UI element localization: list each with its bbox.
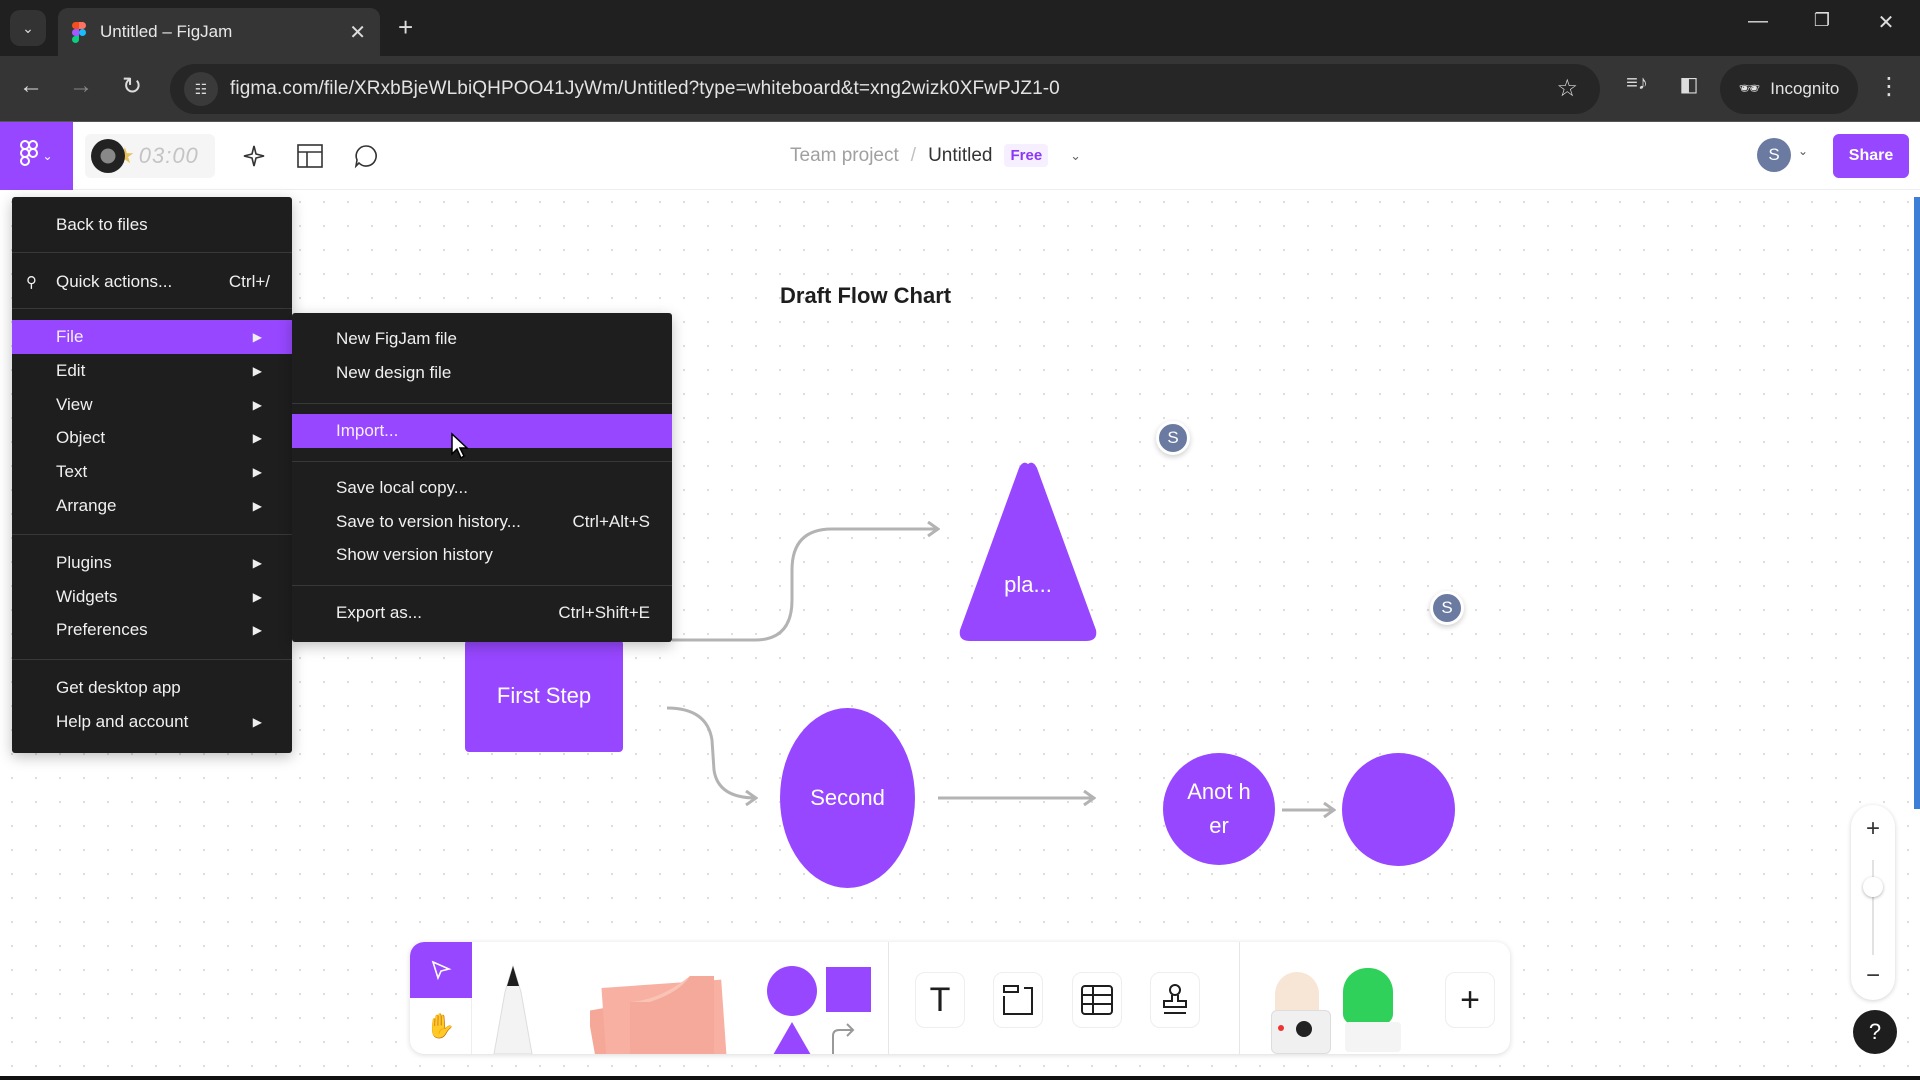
text-tool[interactable]: T — [915, 972, 965, 1028]
select-tool[interactable] — [410, 942, 472, 998]
marker-icon — [493, 964, 533, 1054]
stickers-widgets-tool[interactable] — [1265, 964, 1415, 1054]
menu-item-save-to-version-history[interactable]: Save to version history... Ctrl+Alt+S — [292, 505, 672, 539]
stamp-icon — [1163, 984, 1187, 1014]
zoom-in-button[interactable]: + — [1851, 815, 1895, 843]
section-icon — [1003, 985, 1033, 1015]
file-submenu: New FigJam file New design file Import..… — [292, 313, 672, 642]
menu-item-widgets[interactable]: Widgets ▶ — [12, 580, 292, 614]
chevron-right-icon: ▶ — [252, 364, 262, 378]
zoom-slider-track[interactable] — [1872, 860, 1874, 955]
collaborator-avatar[interactable]: S — [1156, 421, 1190, 455]
menu-divider — [292, 403, 672, 404]
chevron-right-icon: ▶ — [252, 431, 262, 445]
menu-item-new-design-file[interactable]: New design file — [292, 356, 672, 390]
sticky-note-tool[interactable] — [587, 962, 740, 1054]
connector-arrow-icon — [832, 1023, 855, 1054]
more-tools-button[interactable]: + — [1445, 972, 1495, 1028]
zoom-control: + − — [1851, 805, 1895, 1000]
menu-divider — [292, 585, 672, 586]
menu-divider — [12, 534, 292, 535]
zoom-slider-thumb[interactable] — [1863, 877, 1883, 897]
another-shape[interactable]: Anot her — [1163, 753, 1275, 865]
table-icon — [1081, 985, 1113, 1015]
table-tool[interactable] — [1072, 972, 1122, 1028]
menu-item-back-to-files[interactable]: Back to files — [12, 208, 292, 242]
menu-item-view[interactable]: View ▶ — [12, 388, 292, 422]
main-menu: Back to files ⚲ Quick actions... Ctrl+/ … — [12, 197, 292, 753]
connector-first-to-triangle — [672, 529, 938, 642]
chevron-right-icon: ▶ — [252, 556, 262, 570]
monster-sticker-icon — [1343, 968, 1393, 1024]
chevron-right-icon: ▶ — [252, 465, 262, 479]
zoom-out-button[interactable]: − — [1851, 962, 1895, 990]
hand-icon: ✋ — [425, 1012, 456, 1040]
menu-item-text[interactable]: Text ▶ — [12, 455, 292, 489]
text-icon: T — [929, 980, 951, 1019]
menu-item-get-desktop-app[interactable]: Get desktop app — [12, 671, 292, 705]
stamp-tool[interactable] — [1150, 972, 1200, 1028]
shapes-tool[interactable] — [757, 964, 871, 1054]
chevron-right-icon: ▶ — [252, 499, 262, 513]
menu-item-preferences[interactable]: Preferences ▶ — [12, 613, 292, 647]
chevron-right-icon: ▶ — [252, 398, 262, 412]
sticky-note-icon — [587, 976, 727, 1054]
menu-item-show-version-history[interactable]: Show version history — [292, 538, 672, 572]
connector-first-to-second — [666, 706, 756, 798]
creation-toolbar: ✋ T + — [410, 942, 1510, 1054]
hand-tool[interactable]: ✋ — [410, 998, 472, 1054]
empty-circle-shape[interactable] — [1342, 753, 1455, 866]
toolbar-divider — [888, 942, 889, 1054]
menu-item-arrange[interactable]: Arrange ▶ — [12, 489, 292, 523]
first-step-shape[interactable]: First Step — [465, 640, 623, 752]
camera-sticker-icon — [1271, 1010, 1331, 1054]
marker-tool[interactable] — [488, 964, 538, 1054]
vertical-scrollbar[interactable] — [1914, 197, 1920, 809]
triangle-icon — [773, 1022, 811, 1054]
screen-bottom-edge — [0, 1076, 1920, 1080]
chevron-right-icon: ▶ — [252, 330, 262, 344]
search-icon: ⚲ — [26, 274, 37, 291]
widget-sticker-icon — [1345, 1022, 1401, 1052]
menu-item-help-and-account[interactable]: Help and account ▶ — [12, 705, 292, 739]
menu-item-import[interactable]: Import... — [292, 414, 672, 448]
triangle-shape[interactable] — [958, 460, 1098, 642]
plus-icon: + — [1460, 980, 1480, 1019]
menu-item-file[interactable]: File ▶ — [12, 320, 292, 354]
chevron-right-icon: ▶ — [252, 715, 262, 729]
menu-divider — [12, 308, 292, 309]
toolbar-divider — [1239, 942, 1240, 1054]
menu-item-quick-actions[interactable]: ⚲ Quick actions... Ctrl+/ — [12, 265, 292, 299]
menu-item-new-figjam-file[interactable]: New FigJam file — [292, 322, 672, 356]
menu-item-edit[interactable]: Edit ▶ — [12, 354, 292, 388]
help-button[interactable]: ? — [1853, 1010, 1897, 1054]
menu-item-export-as[interactable]: Export as... Ctrl+Shift+E — [292, 596, 672, 630]
menu-item-save-local-copy[interactable]: Save local copy... — [292, 471, 672, 505]
menu-item-plugins[interactable]: Plugins ▶ — [12, 546, 292, 580]
square-icon — [826, 967, 871, 1012]
chevron-right-icon: ▶ — [252, 590, 262, 604]
menu-divider — [292, 461, 672, 462]
circle-icon — [767, 966, 817, 1016]
menu-item-object[interactable]: Object ▶ — [12, 421, 292, 455]
menu-divider — [12, 659, 292, 660]
chevron-right-icon: ▶ — [252, 623, 262, 637]
mouse-cursor-icon — [451, 432, 469, 460]
collaborator-avatar[interactable]: S — [1430, 591, 1464, 625]
pointer-icon — [431, 960, 452, 981]
second-shape[interactable]: Second — [780, 708, 915, 888]
section-tool[interactable] — [993, 972, 1043, 1028]
menu-divider — [12, 252, 292, 253]
triangle-label: pla... — [1004, 572, 1052, 597]
